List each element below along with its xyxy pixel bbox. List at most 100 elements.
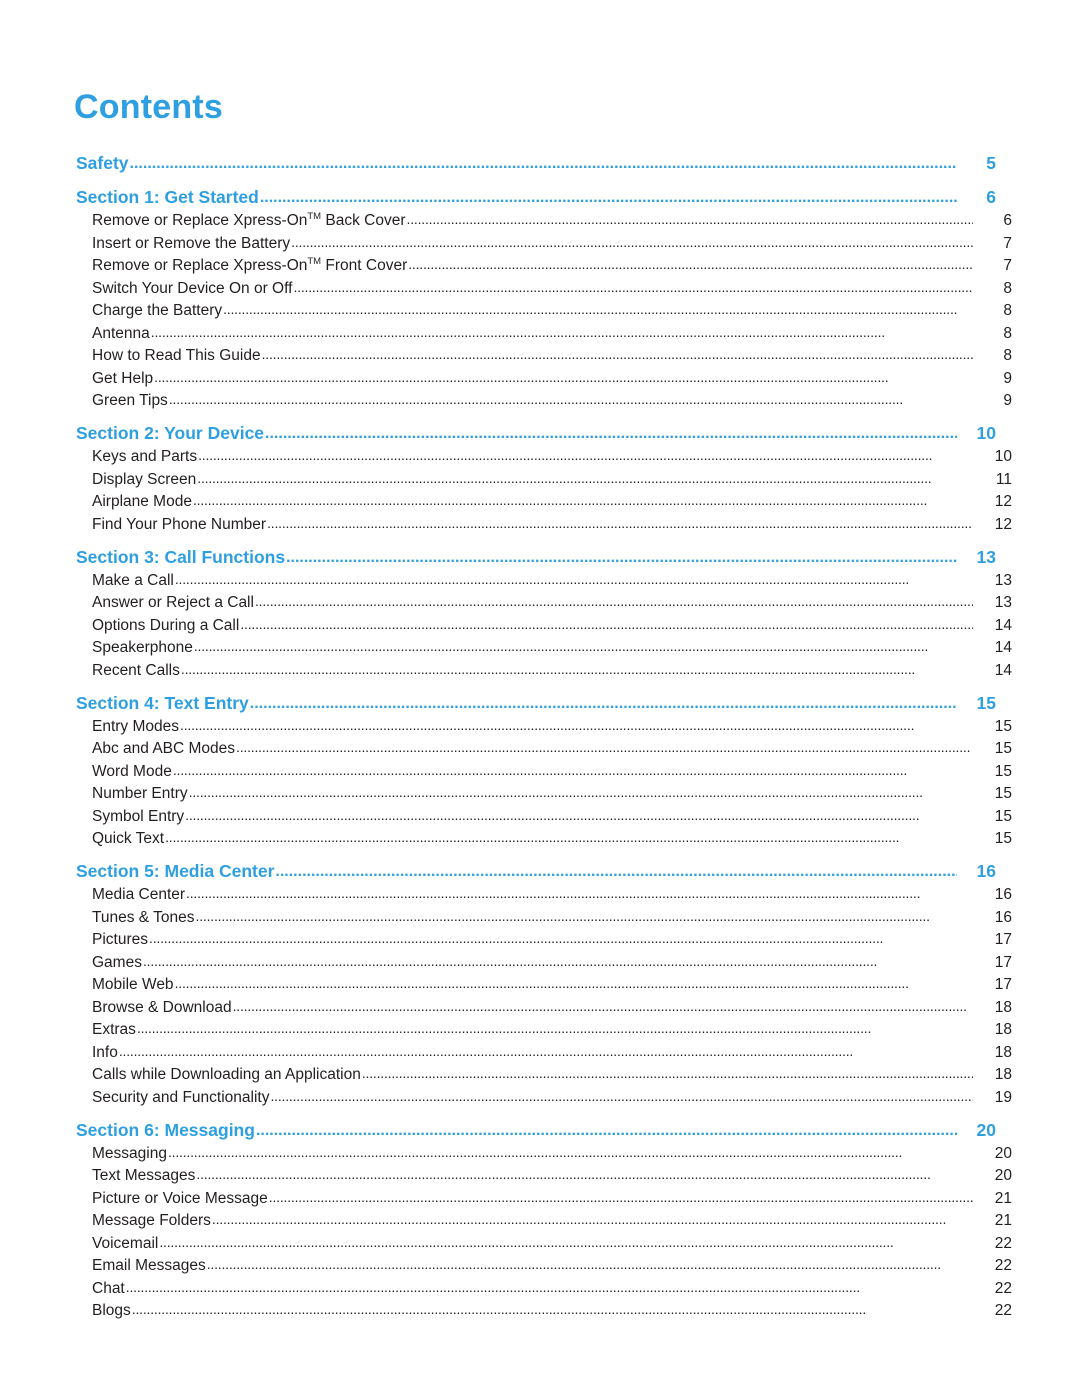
toc-label: Safety [76, 153, 129, 173]
toc-section-row[interactable]: Section 1: Get Started..................… [72, 187, 996, 208]
toc-section-row[interactable]: Safety..................................… [72, 153, 996, 174]
leader-dots: ........................................… [197, 469, 932, 486]
toc-page-number: 18 [994, 998, 1012, 1016]
toc-entry-row[interactable]: Recent Calls............................… [72, 661, 1012, 680]
toc-entry-row[interactable]: Abc and ABC Modes.......................… [72, 739, 1012, 758]
toc-label: Messaging [92, 1144, 167, 1162]
leader-dots: ........................................… [168, 391, 904, 407]
toc-section-row[interactable]: Section 3: Call Functions...............… [72, 547, 996, 568]
toc-label-text: Remove or Replace Xpress-On [92, 257, 308, 274]
toc-entry-row[interactable]: Antenna.................................… [72, 323, 1012, 343]
toc-entry-row[interactable]: Number Entry............................… [72, 784, 1012, 803]
toc-section-row[interactable]: Section 4: Text Entry...................… [72, 693, 996, 714]
toc-label: Display Screen [92, 470, 197, 488]
toc-label: Section 1: Get Started [76, 187, 259, 207]
toc-entry-row[interactable]: Entry Modes.............................… [72, 717, 1012, 736]
toc-entry-row[interactable]: Keys and Parts..........................… [72, 447, 1012, 466]
toc-page-number: 22 [994, 1279, 1012, 1297]
toc-section-row[interactable]: Section 2: Your Device..................… [72, 423, 996, 444]
toc-label: Remove or Replace Xpress-OnTM Front Cove… [92, 257, 407, 275]
leader-dots: ........................................… [291, 233, 973, 250]
toc-entry-row[interactable]: Mobile Web..............................… [72, 975, 1012, 994]
toc-entry-row[interactable]: Insert or Remove the Battery............… [72, 233, 1012, 253]
toc-entry-row[interactable]: Answer or Reject a Call.................… [72, 593, 1012, 612]
toc-entry-row[interactable]: Quick Text..............................… [72, 829, 1012, 848]
toc-page-number: 8 [1003, 324, 1012, 342]
toc-page-number: 22 [994, 1302, 1012, 1319]
toc-entry-row[interactable]: Make a Call.............................… [72, 571, 1012, 590]
toc-label: Text Messages [92, 1167, 196, 1184]
toc-entry-row[interactable]: Extras..................................… [72, 1020, 1012, 1039]
leader-dots: ........................................… [206, 1256, 941, 1272]
toc-entry-row[interactable]: Symbol Entry............................… [72, 807, 1012, 826]
toc-entry-row[interactable]: Charge the Battery......................… [72, 301, 1012, 320]
toc-entry-row[interactable]: Speakerphone............................… [72, 638, 1012, 657]
toc-entry-row[interactable]: Chat....................................… [72, 1278, 1012, 1298]
toc-page-number: 11 [995, 470, 1012, 488]
toc-entry-row[interactable]: Email Messages..........................… [72, 1256, 1012, 1275]
leader-dots: ........................................… [125, 1278, 860, 1295]
toc-entry-row[interactable]: Remove or Replace Xpress-OnTM Back Cover… [72, 211, 1012, 230]
leader-dots: ........................................… [142, 952, 878, 969]
toc-page-number: 17 [994, 931, 1012, 948]
toc-entry-row[interactable]: Media Center............................… [72, 885, 1012, 904]
toc-entry-row[interactable]: Info....................................… [72, 1043, 1012, 1062]
toc-entry-row[interactable]: Airplane Mode...........................… [72, 492, 1012, 511]
leader-dots: ........................................… [236, 739, 971, 755]
toc-entry-row[interactable]: Message Folders.........................… [72, 1211, 1012, 1230]
leader-dots: ........................................… [154, 368, 889, 385]
toc-entry-row[interactable]: Word Mode...............................… [72, 761, 1012, 781]
toc-entry-row[interactable]: Display Screen..........................… [72, 469, 1012, 489]
toc-entry-row[interactable]: Options During a Call...................… [72, 616, 1012, 635]
leader-dots: ........................................… [268, 1188, 973, 1205]
toc-page-number: 12 [994, 515, 1012, 533]
toc-entry-row[interactable]: Switch Your Device On or Off............… [72, 279, 1012, 298]
leader-dots: ........................................… [255, 1121, 957, 1139]
toc-entry-row[interactable]: Browse & Download.......................… [72, 998, 1012, 1017]
leader-dots: ........................................… [267, 514, 973, 531]
toc-label: Green Tips [92, 392, 168, 409]
toc-entry-row[interactable]: Games...................................… [72, 952, 1012, 972]
toc-entry-row[interactable]: Voicemail...............................… [72, 1234, 1012, 1253]
toc-page-number: 18 [994, 1066, 1012, 1083]
toc-entry-row[interactable]: Remove or Replace Xpress-OnTM Front Cove… [72, 256, 1012, 275]
toc-label: Get Help [92, 369, 154, 387]
toc-page-number: 22 [994, 1257, 1012, 1274]
leader-dots: ........................................… [406, 211, 973, 227]
toc-entry-row[interactable]: Text Messages...........................… [72, 1166, 1012, 1185]
toc-entry-row[interactable]: Calls while Downloading an Application..… [72, 1065, 1012, 1084]
toc-label: Browse & Download [92, 998, 232, 1016]
leader-dots: ........................................… [172, 761, 908, 778]
toc-label: Options During a Call [92, 616, 240, 634]
leader-dots: ........................................… [254, 593, 973, 609]
toc-entry-row[interactable]: Get Help................................… [72, 368, 1012, 388]
toc-entry-row[interactable]: Find Your Phone Number..................… [72, 514, 1012, 534]
toc-label: Calls while Downloading an Application [92, 1066, 361, 1083]
leader-dots: ........................................… [270, 1087, 973, 1104]
leader-dots: ........................................… [186, 885, 921, 901]
leader-dots: ........................................… [150, 323, 885, 340]
toc-label: Voicemail [92, 1234, 159, 1252]
toc-label: Message Folders [92, 1212, 211, 1229]
leader-dots: ........................................… [174, 975, 909, 991]
toc-entry-row[interactable]: How to Read This Guide..................… [72, 346, 1012, 365]
toc-entry-row[interactable]: Green Tips..............................… [72, 391, 1012, 410]
toc-section-row[interactable]: Section 6: Messaging....................… [72, 1120, 996, 1141]
leader-dots: ........................................… [129, 155, 957, 172]
toc-entry-row[interactable]: Tunes & Tones...........................… [72, 908, 1012, 927]
toc-entry-row[interactable]: Messaging...............................… [72, 1144, 1012, 1163]
toc-entry-row[interactable]: Picture or Voice Message................… [72, 1188, 1012, 1208]
toc-label: Tunes & Tones [92, 908, 195, 926]
toc-entry-row[interactable]: Blogs...................................… [72, 1301, 1012, 1320]
toc-entry-row[interactable]: Pictures................................… [72, 930, 1012, 949]
toc-page-number: 16 [994, 908, 1012, 926]
toc-label: Symbol Entry [92, 807, 185, 825]
toc-page-number: 8 [1003, 302, 1012, 319]
leader-dots: ........................................… [193, 638, 929, 654]
leader-dots: ........................................… [265, 425, 957, 442]
toc-entry-row[interactable]: Security and Functionality..............… [72, 1087, 1012, 1107]
toc-label: Blogs [92, 1302, 131, 1319]
toc-label: Security and Functionality [92, 1088, 270, 1106]
toc-section-row[interactable]: Section 5: Media Center.................… [72, 861, 996, 882]
toc-page-number: 20 [976, 1119, 996, 1140]
